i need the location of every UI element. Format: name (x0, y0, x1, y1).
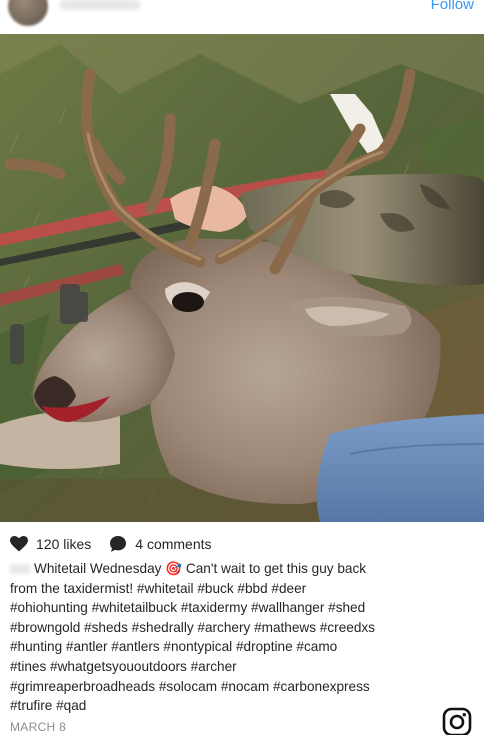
post-caption: Whitetail Wednesday 🎯 Can't wait to get … (10, 559, 478, 716)
avatar[interactable] (8, 0, 48, 26)
follow-button[interactable]: Follow (431, 0, 474, 13)
caption-line: #tines #whatgetsyououtdoors #archer (10, 658, 237, 674)
comment-bubble-icon[interactable] (109, 535, 127, 553)
comments-count[interactable]: 4 comments (135, 536, 211, 552)
caption-line: #hunting #antler #antlers #nontypical #d… (10, 639, 338, 655)
caption-line: #trufire #qad (10, 698, 87, 714)
heart-icon[interactable] (10, 536, 28, 552)
caption-username-blurred[interactable] (10, 564, 30, 575)
caption-line: from the taxidermist! #whitetail #buck #… (10, 580, 307, 596)
caption-line: #grimreaperbroadheads #solocam #nocam #c… (10, 678, 370, 694)
post-header: Follow (0, 0, 484, 34)
deer-photo (0, 34, 484, 522)
username-blurred[interactable] (60, 0, 140, 10)
post-photo[interactable] (0, 34, 484, 522)
likes-count[interactable]: 120 likes (36, 536, 91, 552)
post-actions: 120 likes 4 comments (10, 534, 212, 554)
caption-line: Whitetail Wednesday 🎯 Can't wait to get … (10, 559, 478, 579)
caption-line: #ohiohunting #whitetailbuck #taxidermy #… (10, 600, 366, 616)
caption-line: #browngold #sheds #shedrally #archery #m… (10, 619, 375, 635)
instagram-logo-icon (442, 707, 472, 735)
post-date: MARCH 8 (10, 720, 67, 734)
